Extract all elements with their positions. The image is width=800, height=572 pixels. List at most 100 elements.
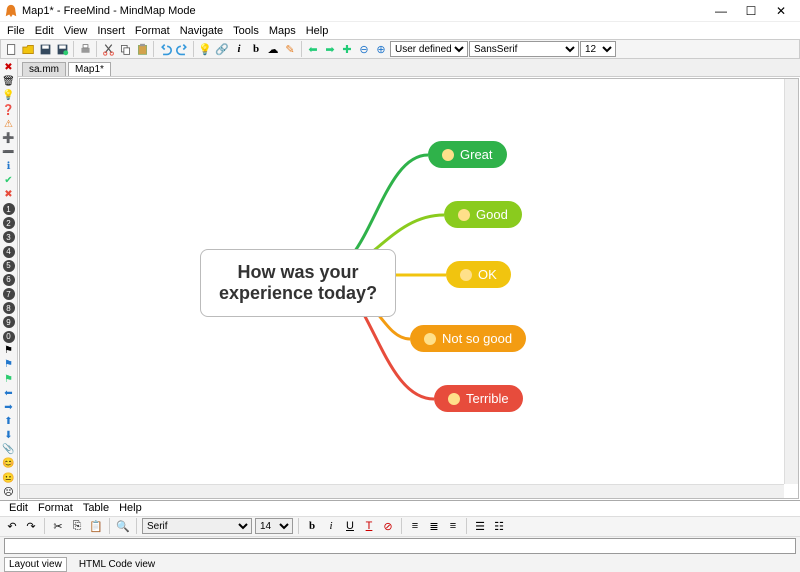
sicon-arrow-up[interactable]: ⬆ — [2, 415, 16, 428]
menu-view[interactable]: View — [59, 25, 93, 37]
sicon-n6[interactable]: 6 — [2, 273, 16, 286]
sicon-check[interactable]: ✔ — [2, 174, 16, 187]
sicon-n8[interactable]: 8 — [2, 302, 16, 315]
undo-icon[interactable] — [157, 41, 173, 57]
scrollbar-horizontal[interactable] — [20, 484, 784, 498]
link-icon[interactable]: 🔗 — [214, 41, 230, 57]
saveas-icon[interactable] — [54, 41, 70, 57]
sicon-n5[interactable]: 5 — [2, 259, 16, 272]
maximize-button[interactable]: ☐ — [736, 1, 766, 21]
menu-navigate[interactable]: Navigate — [175, 25, 228, 37]
bmenu-edit[interactable]: Edit — [4, 502, 33, 514]
bmenu-table[interactable]: Table — [78, 502, 114, 514]
bcolor-icon[interactable]: T — [361, 518, 377, 534]
bmenu-format[interactable]: Format — [33, 502, 78, 514]
sicon-info[interactable]: ℹ — [2, 160, 16, 173]
sicon-attach[interactable]: 📎 — [2, 443, 16, 456]
sicon-n0[interactable]: 0 — [2, 330, 16, 343]
bmenu-help[interactable]: Help — [114, 502, 147, 514]
sicon-n4[interactable]: 4 — [2, 245, 16, 258]
bcopy-icon[interactable]: ⎘ — [69, 518, 85, 534]
bpaste-icon[interactable]: 📋 — [88, 518, 104, 534]
nav-left-icon[interactable]: ⬅ — [305, 41, 321, 57]
sicon-flag-black[interactable]: ⚑ — [2, 344, 16, 357]
zoom-in-icon[interactable]: ⊕ — [373, 41, 389, 57]
fontsize-select[interactable]: 12 — [580, 41, 616, 57]
bfontsize-select[interactable]: 14 — [255, 518, 293, 534]
bfont-select[interactable]: Serif — [142, 518, 252, 534]
tab-map1[interactable]: Map1* — [68, 62, 111, 76]
menu-maps[interactable]: Maps — [264, 25, 301, 37]
sicon-arrow-down[interactable]: ⬇ — [2, 429, 16, 442]
sicon-n7[interactable]: 7 — [2, 288, 16, 301]
menu-format[interactable]: Format — [130, 25, 175, 37]
copy-icon[interactable] — [117, 41, 133, 57]
paste-icon[interactable] — [134, 41, 150, 57]
mindmap-root-node[interactable]: How was your experience today? — [200, 249, 396, 317]
sicon-n9[interactable]: 9 — [2, 316, 16, 329]
sicon-neutral[interactable]: 😐 — [2, 472, 16, 485]
node-ok[interactable]: OK — [446, 261, 511, 288]
bold-icon[interactable]: b — [248, 41, 264, 57]
sicon-plus[interactable]: ➕ — [2, 132, 16, 145]
node-good[interactable]: Good — [444, 201, 522, 228]
balign-left-icon[interactable]: ≡ — [407, 518, 423, 534]
menu-help[interactable]: Help — [301, 25, 334, 37]
redo-icon[interactable] — [174, 41, 190, 57]
sicon-idea[interactable]: 💡 — [2, 89, 16, 102]
tab-sa[interactable]: sa.mm — [22, 62, 66, 76]
sicon-flag-green[interactable]: ⚑ — [2, 372, 16, 385]
bunderline-icon[interactable]: U — [342, 518, 358, 534]
sicon-n2[interactable]: 2 — [2, 217, 16, 230]
sicon-exclaim[interactable]: ⚠ — [2, 118, 16, 131]
nav-right-icon[interactable]: ➡ — [322, 41, 338, 57]
sicon-question[interactable]: ❓ — [2, 103, 16, 116]
bnumlist-icon[interactable]: ☷ — [491, 518, 507, 534]
mindmap-canvas[interactable]: How was your experience today? Great Goo… — [19, 78, 799, 499]
menu-tools[interactable]: Tools — [228, 25, 264, 37]
menu-insert[interactable]: Insert — [92, 25, 130, 37]
font-select[interactable]: SansSerif — [469, 41, 579, 57]
sicon-smile[interactable]: 😊 — [2, 457, 16, 470]
sicon-remove-last[interactable]: ✖ — [2, 61, 16, 74]
bbullet-icon[interactable]: ☰ — [472, 518, 488, 534]
bbold-icon[interactable]: b — [304, 518, 320, 534]
new-icon[interactable] — [3, 41, 19, 57]
btab-layout[interactable]: Layout view — [4, 557, 67, 572]
bfind-icon[interactable]: 🔍 — [115, 518, 131, 534]
sicon-flag-blue[interactable]: ⚑ — [2, 358, 16, 371]
cloud-icon[interactable]: ☁ — [265, 41, 281, 57]
bredo-icon[interactable]: ↷ — [23, 518, 39, 534]
sicon-n3[interactable]: 3 — [2, 231, 16, 244]
menu-edit[interactable]: Edit — [30, 25, 59, 37]
minimize-button[interactable]: — — [706, 1, 736, 21]
note-input[interactable] — [4, 538, 796, 554]
menu-file[interactable]: File — [2, 25, 30, 37]
sicon-minus[interactable]: ➖ — [2, 146, 16, 159]
bitalic-icon[interactable]: i — [323, 518, 339, 534]
italic-icon[interactable]: i — [231, 41, 247, 57]
bcut-icon[interactable]: ✂ — [50, 518, 66, 534]
sicon-n1[interactable]: 1 — [2, 203, 16, 216]
sicon-arrow-right[interactable]: ➡ — [2, 401, 16, 414]
print-icon[interactable] — [77, 41, 93, 57]
style-select[interactable]: User defined.. — [390, 41, 468, 57]
save-icon[interactable] — [37, 41, 53, 57]
node-notsogood[interactable]: Not so good — [410, 325, 526, 352]
node-terrible[interactable]: Terrible — [434, 385, 523, 412]
zoom-out-icon[interactable]: ⊖ — [356, 41, 372, 57]
sicon-remove-all[interactable]: 🗑 — [2, 75, 16, 88]
bundo-icon[interactable]: ↶ — [4, 518, 20, 534]
sicon-arrow-left[interactable]: ⬅ — [2, 387, 16, 400]
bclear-icon[interactable]: ⊘ — [380, 518, 396, 534]
sicon-sad[interactable]: ☹ — [2, 486, 16, 499]
balign-right-icon[interactable]: ≡ — [445, 518, 461, 534]
btab-html[interactable]: HTML Code view — [75, 558, 159, 571]
cut-icon[interactable] — [100, 41, 116, 57]
sicon-cross[interactable]: ✖ — [2, 188, 16, 201]
balign-center-icon[interactable]: ≣ — [426, 518, 442, 534]
nav-center-icon[interactable]: ✚ — [339, 41, 355, 57]
scrollbar-vertical[interactable] — [784, 79, 798, 484]
close-button[interactable]: ✕ — [766, 1, 796, 21]
open-icon[interactable] — [20, 41, 36, 57]
